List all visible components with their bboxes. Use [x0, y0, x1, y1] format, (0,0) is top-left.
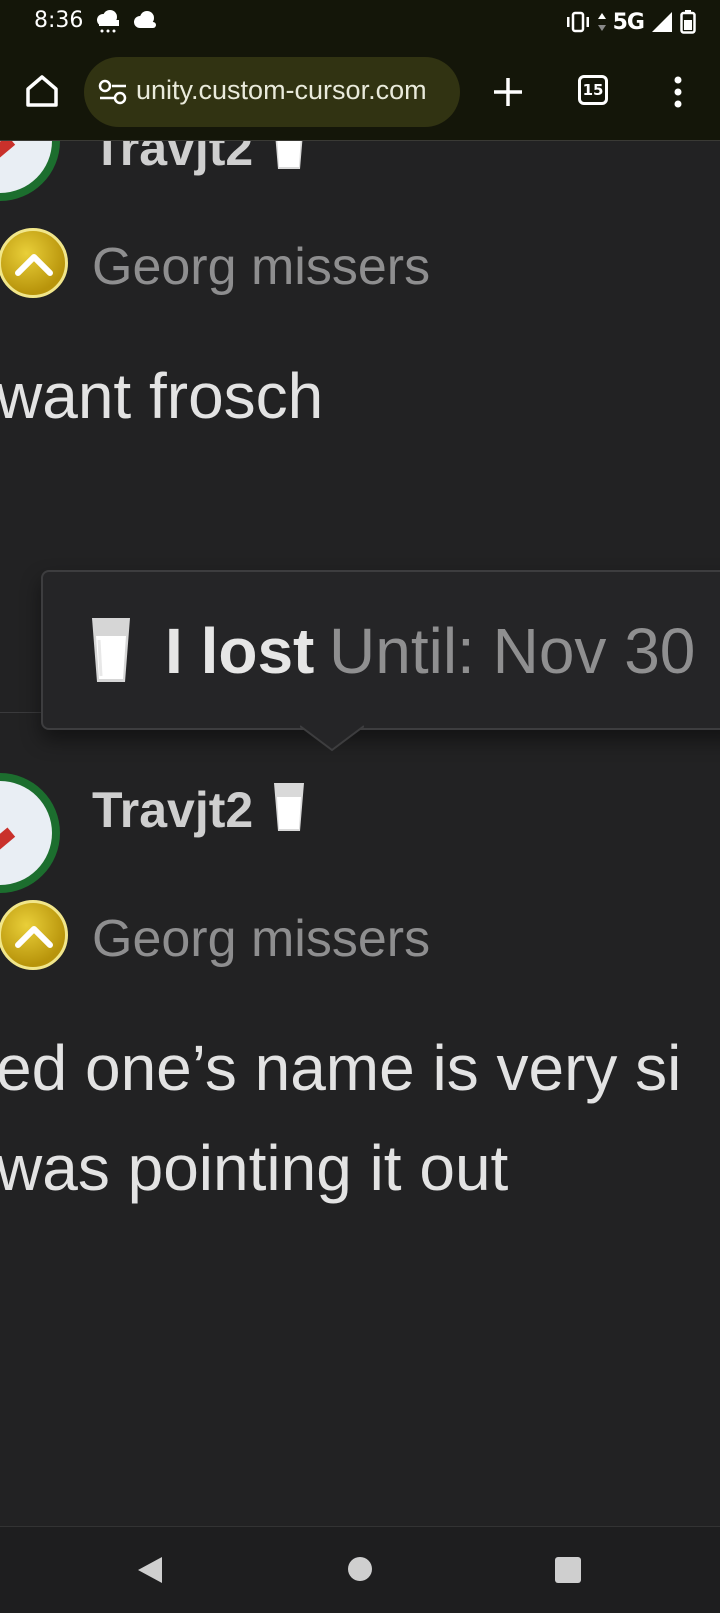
battery-icon [680, 10, 696, 34]
username[interactable]: Travjt2 [92, 781, 307, 839]
tab-switcher-icon[interactable]: 15 [578, 75, 608, 105]
username-text: Travjt2 [92, 141, 254, 176]
milk-icon [92, 618, 130, 682]
milk-icon [275, 141, 303, 169]
new-tab-icon[interactable] [488, 72, 528, 112]
more-menu-icon[interactable] [664, 72, 692, 112]
chat-content: Travjt2 Georg missers want frosch Travjt… [0, 141, 720, 1526]
back-icon[interactable] [136, 1555, 164, 1585]
group-name: Georg missers [92, 910, 431, 968]
status-icons: 5G [565, 8, 696, 36]
url-text: unity.custom-cursor.com [136, 75, 427, 105]
browser-toolbar: unity.custom-cursor.com 15 [0, 44, 720, 141]
username[interactable]: Travjt2 [92, 141, 307, 177]
navigation-bar [0, 1526, 720, 1613]
message-line-2: was pointing it out [0, 1132, 509, 1204]
clock: 8:36 [34, 8, 84, 33]
group-badge-icon [0, 228, 68, 298]
data-arrows-icon [597, 13, 606, 31]
weather-icon [97, 10, 119, 33]
site-settings-icon[interactable] [98, 78, 128, 106]
recents-icon[interactable] [555, 1557, 581, 1583]
signal-icon [652, 12, 672, 32]
status-tooltip: I lost Until: Nov 30 [41, 570, 720, 730]
group-name: Georg missers [92, 238, 431, 296]
cloud-icon [134, 11, 156, 28]
username-text: Travjt2 [92, 782, 254, 838]
status-bar: 8:36 5G [0, 0, 720, 44]
vibrate-icon [566, 11, 589, 33]
status-title: I lost [165, 615, 315, 687]
tooltip-arrow [300, 725, 364, 752]
group-badge-icon [0, 900, 68, 970]
address-bar[interactable]: unity.custom-cursor.com [84, 57, 460, 127]
home-nav-icon[interactable] [348, 1557, 372, 1581]
status-until: Until: Nov 30 [329, 615, 696, 687]
avatar[interactable] [0, 773, 60, 893]
milk-icon [274, 783, 305, 831]
home-icon[interactable] [22, 71, 62, 111]
network-type: 5G [612, 9, 645, 35]
message-line-1: ed one’s name is very si [0, 1032, 682, 1104]
avatar[interactable] [0, 141, 60, 201]
message-text: want frosch [0, 360, 324, 432]
